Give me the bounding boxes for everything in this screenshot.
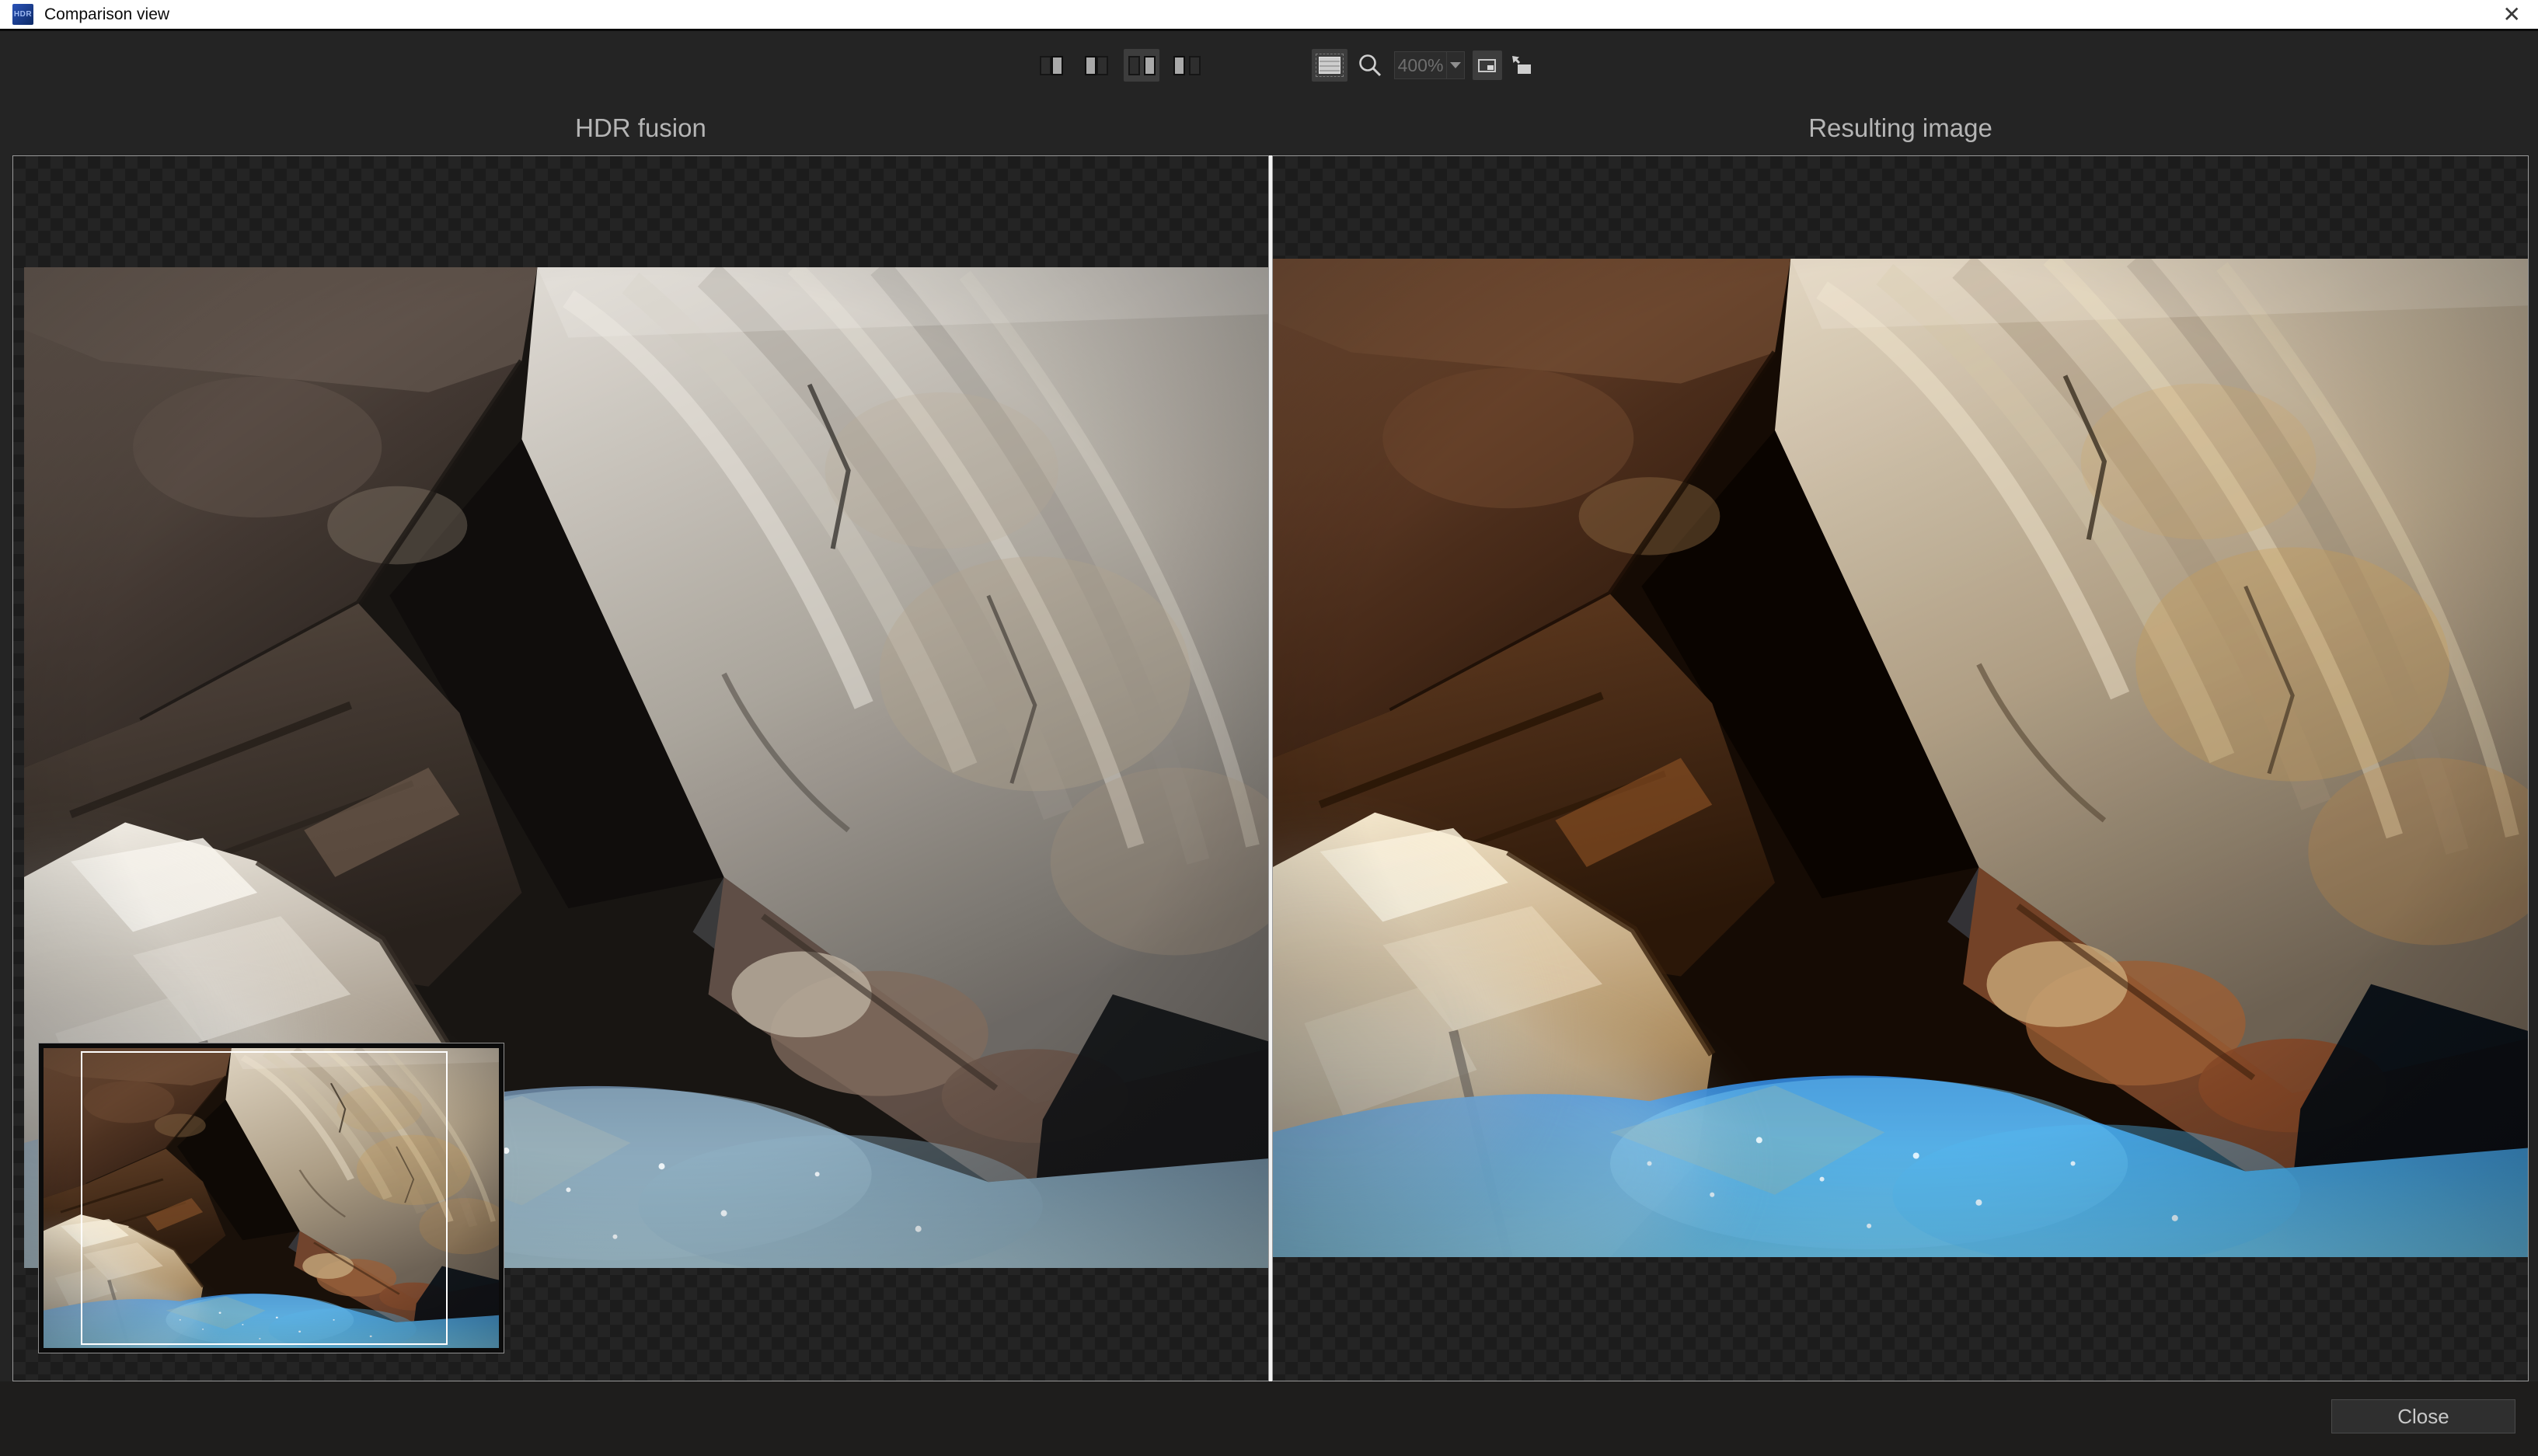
view-mode-split-result-right-button[interactable] bbox=[1034, 49, 1069, 82]
view-mode-side-by-side-result-right-button[interactable] bbox=[1124, 49, 1159, 82]
zoom-level-dropdown[interactable]: 400% bbox=[1394, 51, 1465, 79]
split-view-result-left-icon bbox=[1085, 56, 1108, 75]
bottom-bar: Close bbox=[0, 1381, 2538, 1456]
resulting-image-pane bbox=[1272, 155, 2529, 1381]
toolbar: 400% bbox=[1034, 48, 1541, 82]
side-by-side-result-left-icon bbox=[1173, 56, 1201, 75]
side-by-side-result-right-icon bbox=[1128, 56, 1156, 75]
fit-to-window-button[interactable] bbox=[1473, 51, 1502, 80]
chevron-down-icon bbox=[1450, 62, 1461, 68]
zoom-dropdown-arrow bbox=[1446, 52, 1464, 78]
titlebar: HDR Comparison view ✕ bbox=[0, 0, 2538, 29]
loupe-toggle-button[interactable] bbox=[1312, 49, 1347, 82]
right-pane-title: Resulting image bbox=[1272, 113, 2529, 146]
split-view-result-right-icon bbox=[1040, 56, 1063, 75]
comparison-view-window: HDR Comparison view ✕ bbox=[0, 0, 2538, 1456]
hdr-fusion-pane bbox=[12, 155, 1269, 1381]
navigator-view-rectangle[interactable] bbox=[81, 1051, 448, 1345]
resulting-image[interactable] bbox=[1273, 259, 2528, 1257]
window-title: Comparison view bbox=[44, 5, 169, 24]
left-pane-title: HDR fusion bbox=[12, 113, 1269, 146]
app-hdr-icon: HDR bbox=[12, 4, 33, 25]
window-close-icon[interactable]: ✕ bbox=[2503, 4, 2521, 26]
close-button[interactable]: Close bbox=[2331, 1399, 2515, 1433]
zoom-level-value: 400% bbox=[1395, 55, 1446, 76]
actual-size-button[interactable] bbox=[1507, 51, 1536, 80]
view-mode-side-by-side-result-left-button[interactable] bbox=[1169, 49, 1205, 82]
view-mode-split-result-left-button[interactable] bbox=[1079, 49, 1114, 82]
magnifier-icon bbox=[1357, 52, 1383, 78]
loupe-icon bbox=[1316, 54, 1344, 77]
actual-size-icon bbox=[1511, 54, 1532, 76]
titlebar-separator bbox=[0, 29, 2538, 31]
comparison-panes bbox=[12, 155, 2529, 1381]
fit-to-window-icon bbox=[1477, 55, 1497, 75]
navigator-thumbnail[interactable] bbox=[38, 1043, 504, 1353]
